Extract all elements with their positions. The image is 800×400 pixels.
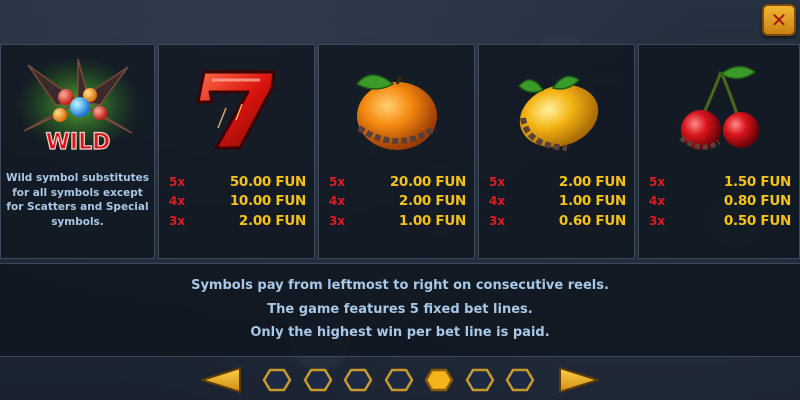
payout-amount: 10.00 FUN (229, 193, 306, 209)
payout-amount: 1.50 FUN (723, 174, 791, 190)
rules-info-panel: Symbols pay from leftmost to right on co… (0, 263, 800, 357)
page-dot[interactable] (262, 368, 292, 392)
multiplier: 3x (329, 214, 346, 228)
prev-page-button[interactable] (200, 366, 246, 398)
orange-icon (319, 53, 474, 163)
multiplier: 3x (489, 214, 506, 228)
payout-amount: 20.00 FUN (389, 174, 466, 190)
payout-amount: 2.00 FUN (398, 193, 466, 209)
payout-row: 4x 0.80 FUN (649, 192, 791, 210)
rule-line: Only the highest win per bet line is pai… (250, 325, 550, 340)
payout-row: 3x 2.00 FUN (169, 212, 306, 230)
page-dot[interactable] (384, 368, 414, 392)
arrow-right-icon (559, 367, 599, 393)
multiplier: 5x (329, 175, 346, 189)
multiplier: 5x (649, 175, 666, 189)
multiplier: 3x (649, 214, 666, 228)
page-navigation (0, 364, 800, 394)
page-dot-active[interactable] (424, 368, 454, 392)
wild-panel: WILD Wild symbol substitutes for all sym… (0, 44, 155, 259)
wild-logo-text: WILD (45, 130, 110, 155)
page-dot[interactable] (505, 368, 535, 392)
multiplier: 4x (169, 194, 186, 208)
payout-amount: 50.00 FUN (229, 174, 306, 190)
payout-row: 3x 1.00 FUN (329, 212, 466, 230)
multiplier: 5x (169, 175, 186, 189)
page-dot[interactable] (465, 368, 495, 392)
multiplier: 4x (489, 194, 506, 208)
payout-amount: 0.60 FUN (558, 213, 626, 229)
payout-amount: 0.80 FUN (723, 193, 791, 209)
payout-row: 4x 2.00 FUN (329, 192, 466, 210)
symbol-panel-cherries: 5x 1.50 FUN 4x 0.80 FUN 3x 0.50 FUN (638, 44, 800, 259)
rule-line: Symbols pay from leftmost to right on co… (191, 278, 609, 293)
payout-amount: 1.00 FUN (558, 193, 626, 209)
multiplier: 5x (489, 175, 506, 189)
symbol-panel-lemon: 5x 2.00 FUN 4x 1.00 FUN 3x 0.60 FUN (478, 44, 635, 259)
symbol-panel-seven: 5x 50.00 FUN 4x 10.00 FUN 3x 2.00 FUN (158, 44, 315, 259)
payout-row: 5x 1.50 FUN (649, 173, 791, 191)
multiplier: 4x (649, 194, 666, 208)
page-dot[interactable] (303, 368, 333, 392)
cherries-icon (639, 53, 799, 163)
rule-line: The game features 5 fixed bet lines. (267, 302, 533, 317)
wild-description: Wild symbol substitutes for all symbols … (6, 172, 149, 228)
multiplier: 3x (169, 214, 186, 228)
payout-amount: 2.00 FUN (558, 174, 626, 190)
payout-amount: 1.00 FUN (398, 213, 466, 229)
payout-row: 4x 10.00 FUN (169, 192, 306, 210)
payout-amount: 0.50 FUN (723, 213, 791, 229)
payout-row: 3x 0.50 FUN (649, 212, 791, 230)
seven-icon (159, 53, 314, 163)
payout-amount: 2.00 FUN (238, 213, 306, 229)
wild-flower-icon: WILD (1, 53, 154, 163)
payout-row: 4x 1.00 FUN (489, 192, 626, 210)
close-icon: ✕ (770, 8, 788, 32)
payout-row: 3x 0.60 FUN (489, 212, 626, 230)
symbol-panel-orange: 5x 20.00 FUN 4x 2.00 FUN 3x 1.00 FUN (318, 44, 475, 259)
payout-row: 5x 2.00 FUN (489, 173, 626, 191)
payout-row: 5x 20.00 FUN (329, 173, 466, 191)
close-button[interactable]: ✕ (762, 4, 796, 36)
lemon-icon (479, 53, 634, 163)
arrow-left-icon (201, 367, 241, 393)
payout-row: 5x 50.00 FUN (169, 173, 306, 191)
page-dot[interactable] (343, 368, 373, 392)
multiplier: 4x (329, 194, 346, 208)
next-page-button[interactable] (554, 366, 600, 398)
